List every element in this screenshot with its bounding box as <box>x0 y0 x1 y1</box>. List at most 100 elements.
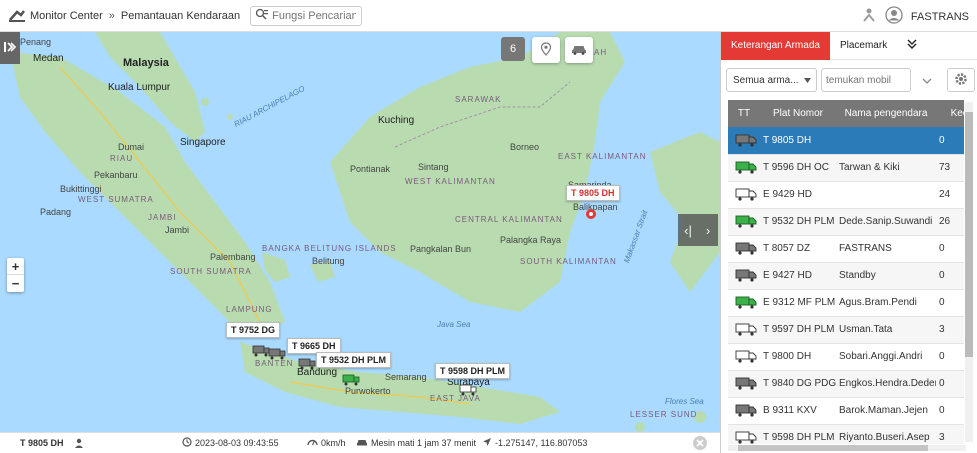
user-area: FASTRANS <box>861 6 969 27</box>
tab-placemark[interactable]: Placemark <box>830 32 897 60</box>
row-driver: FASTRANS <box>836 235 936 263</box>
function-search-input[interactable] <box>272 9 357 22</box>
find-vehicle-field[interactable] <box>821 68 911 92</box>
row-status-cell <box>728 316 760 344</box>
truck-icon <box>731 404 760 417</box>
driver-icon[interactable] <box>74 438 84 448</box>
map-label-banten: BANTEN <box>255 359 294 368</box>
table-row[interactable]: T 9800 DH Sobari.Anggi.Andri 0 <box>728 343 964 371</box>
truck-icon[interactable] <box>298 358 316 370</box>
expand-right-button[interactable]: › <box>698 214 718 246</box>
chevron-down-icon <box>922 73 932 87</box>
vehicle-label-t9752dg[interactable]: T 9752 DG <box>226 322 281 338</box>
map-label-pangkalan-bun: Pangkalan Bun <box>410 244 472 254</box>
app-title[interactable]: Monitor Center <box>30 10 103 22</box>
map-label-bukittinggi: Bukittinggi <box>60 184 102 194</box>
vehicle-count-badge[interactable]: 6 <box>501 37 525 61</box>
table-row[interactable]: T 9805 DH 0 <box>728 127 964 155</box>
zoom-in-button[interactable]: + <box>7 258 24 275</box>
vehicle-label-t9598dhplm[interactable]: T 9598 DH PLM <box>435 363 511 379</box>
map-label-jambi: JAMBI <box>148 213 177 222</box>
close-status-button[interactable] <box>692 435 708 451</box>
col-header-tt[interactable]: TT <box>728 100 760 127</box>
truck-icon[interactable] <box>459 384 477 396</box>
vertical-scrollbar[interactable] <box>965 102 973 442</box>
find-dropdown-button[interactable] <box>915 68 939 92</box>
map-label-semarang: Semarang <box>385 372 427 382</box>
truck-icon <box>731 242 760 255</box>
row-driver: Usman.Tata <box>836 316 936 344</box>
row-plate: T 9597 DH PLM <box>760 316 836 344</box>
table-row[interactable]: T 9596 DH OC Tarwan & Kiki 73 <box>728 154 964 182</box>
row-speed: 0 <box>936 262 964 290</box>
row-plate: E 9312 MF PLM <box>760 289 836 317</box>
chevron-right-icon: › <box>705 222 711 238</box>
map-label-bangka-belitung: BANGKA BELITUNG ISLANDS <box>262 244 397 253</box>
table-row[interactable]: E 9427 HD Standby 0 <box>728 262 964 290</box>
user-name[interactable]: FASTRANS <box>911 11 969 23</box>
row-speed: 73 <box>936 154 964 182</box>
map-label-pekanbaru: Pekanbaru <box>94 170 138 180</box>
function-search[interactable] <box>250 5 363 26</box>
panel-nav-arrows: ‹| › <box>678 214 718 246</box>
expand-tabs-button[interactable] <box>897 32 927 60</box>
horizontal-scrollbar-thumb[interactable] <box>738 445 928 451</box>
table-row[interactable]: T 9597 DH PLM Usman.Tata 3 <box>728 316 964 344</box>
row-status-cell <box>728 397 760 425</box>
row-speed: 0 <box>936 289 964 317</box>
tab-fleet-info[interactable]: Keterangan Armada <box>721 31 830 60</box>
map-label-singapore: Singapore <box>180 137 226 148</box>
map-view[interactable]: Medan Malaysia Kuala Lumpur Singapore RI… <box>0 32 720 432</box>
row-speed: 24 <box>936 181 964 209</box>
table-row[interactable]: T 9532 DH PLM Dede.Sanip.Suwandi 26 <box>728 208 964 236</box>
row-driver: Agus.Bram.Pendi <box>836 289 936 317</box>
row-plate: T 9805 DH <box>760 127 836 155</box>
navigation-arrow-icon <box>482 437 492 449</box>
col-header-driver[interactable]: Nama pengendara <box>836 100 936 127</box>
map-label-riau: RIAU <box>110 154 134 163</box>
location-pin-icon <box>540 41 552 59</box>
collapse-left-button[interactable]: ‹| <box>678 214 698 246</box>
panel-settings-button[interactable] <box>947 68 975 92</box>
table-row[interactable]: T 9598 DH PLM Riyanto.Buseri.Asep 3 <box>728 424 964 444</box>
table-row[interactable]: T 8057 DZ FASTRANS 0 <box>728 235 964 263</box>
fleet-filter-select[interactable]: Semua arma... <box>726 68 817 92</box>
table-row[interactable]: B 9311 KXV Barok.Maman.Jejen 0 <box>728 397 964 425</box>
sidebar-toggle-button[interactable] <box>0 32 20 64</box>
table-row[interactable]: E 9312 MF PLM Agus.Bram.Pendi 0 <box>728 289 964 317</box>
map-label-east-kalimantan: EAST KALIMANTAN <box>558 152 647 161</box>
truck-icon[interactable] <box>342 374 360 386</box>
truck-icon <box>731 134 760 147</box>
col-header-speed[interactable]: Kece <box>936 100 964 127</box>
table-row[interactable]: E 9429 HD 24 <box>728 181 964 209</box>
vertical-scrollbar-thumb[interactable] <box>965 112 973 357</box>
panel-filters: Semua arma... <box>726 68 975 92</box>
vehicle-label-t9532dhplm[interactable]: T 9532 DH PLM <box>316 352 392 368</box>
org-structure-icon[interactable] <box>861 7 877 26</box>
table-row[interactable]: T 9840 DG PDG Engkos.Hendra.Deden 0 <box>728 370 964 398</box>
row-driver: Engkos.Hendra.Deden <box>836 370 936 398</box>
zoom-control: + − <box>7 258 24 292</box>
map-label-lesser-sunda: LESSER SUND <box>630 410 698 419</box>
row-speed: 0 <box>936 235 964 263</box>
status-datetime: 2023-08-03 09:43:55 <box>195 438 279 448</box>
find-vehicle-input[interactable] <box>826 74 910 86</box>
col-header-plate[interactable]: Plat Nomor <box>760 100 836 127</box>
truck-icon[interactable] <box>268 348 286 360</box>
location-pin-button[interactable] <box>532 37 560 63</box>
fleet-table-wrapper: TT Plat Nomor Nama pengendara Kece T 980… <box>728 100 964 444</box>
map-label-jambi-city: Jambi <box>165 225 190 235</box>
truck-icon <box>731 188 760 201</box>
zoom-out-button[interactable]: − <box>7 275 24 292</box>
user-avatar-icon[interactable] <box>885 6 903 27</box>
row-driver: Standby <box>836 262 936 290</box>
vehicle-label-t9805dh[interactable]: T 9805 DH <box>566 185 620 201</box>
top-bar: Monitor Center » Pemantauan Kendaraan FA… <box>0 0 977 32</box>
truck-icon <box>731 377 760 390</box>
fleet-panel: Keterangan Armada Placemark Semua arma..… <box>720 31 977 453</box>
car-filter-button[interactable] <box>565 37 593 63</box>
horizontal-scrollbar[interactable] <box>728 445 966 451</box>
row-speed: 3 <box>936 316 964 344</box>
truck-icon <box>731 350 760 363</box>
fleet-table-body: T 9805 DH 0 T 9596 DH OC Tarwan & Kiki 73 E 9… <box>728 127 964 444</box>
